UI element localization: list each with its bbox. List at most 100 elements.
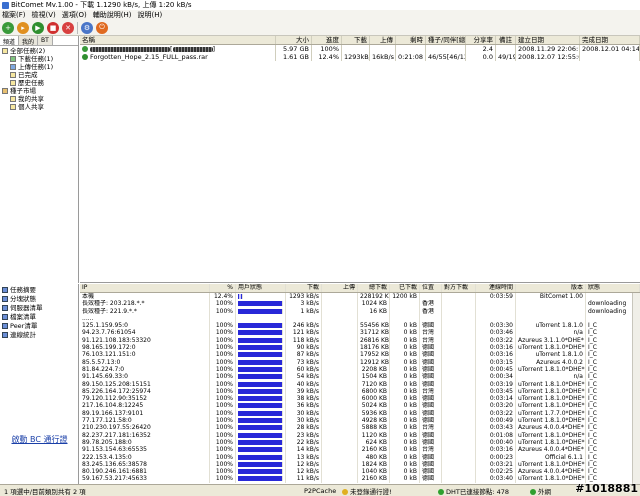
peer-client: Azureus 4.0.0.2 [516, 358, 586, 366]
tree-item-downloading[interactable]: 下載任務(1) [2, 55, 76, 63]
col-peer-upload[interactable]: 上傳 [322, 284, 358, 292]
col-seeds[interactable]: 種子/同伴[總] [426, 36, 466, 44]
tab-channel[interactable]: 頻道 [0, 36, 20, 46]
delete-icon[interactable]: ✕ [62, 21, 74, 34]
peer-list-scrollbar[interactable] [632, 293, 640, 484]
peer-row[interactable]: 59.167.53.217:45633 100% 11 kB/s 2160 KB 0 k… [80, 475, 640, 483]
peer-row[interactable]: ...... [80, 314, 640, 323]
col-peer-state[interactable]: 用戶狀態 [236, 284, 286, 292]
peer-progress-fill [238, 294, 244, 299]
col-created[interactable]: 建立日期 [516, 36, 580, 44]
col-name[interactable]: 名稱 [80, 36, 276, 44]
col-ratio[interactable]: 分享率 [466, 36, 496, 44]
start-icon[interactable]: ▶ [32, 21, 44, 34]
server-icon [2, 305, 8, 311]
col-ip[interactable]: IP [80, 284, 210, 292]
col-progress[interactable]: 進度 [312, 36, 342, 44]
peer-row[interactable]: 83.245.136.65:38578 100% 12 kB/s 1824 KB 0 k… [80, 460, 640, 469]
peer-row[interactable]: 91.145.69.33:0 100% 54 kB/s 1504 KB 0 kB 德國 0:… [80, 373, 640, 381]
col-remote-download[interactable]: 對方下載 [442, 284, 476, 292]
tab-bt[interactable]: BT [38, 36, 53, 45]
peer-row[interactable]: 91.153.154.63:65535 100% 14 kB/s 2160 KB 0 k… [80, 446, 640, 454]
peer-ip: 91.121.108.183:53320 [80, 336, 210, 345]
peer-row[interactable]: 98.165.199.172:0 100% 90 kB/s 18176 KB 0 kB 德… [80, 344, 640, 352]
tree-item-completed[interactable]: 已完成 [2, 71, 76, 79]
peer-row[interactable]: 222.153.4.135:0 100% 13 kB/s 480 KB 0 kB 德國 0:… [80, 453, 640, 461]
col-note[interactable]: 備註 [496, 36, 516, 44]
peer-percent: 100% [210, 322, 236, 330]
tree-item-history[interactable]: 歷史任務 [2, 79, 76, 87]
peer-row[interactable]: 79.120.112.90:35152 100% 38 kB/s 6000 KB 0 k… [80, 395, 640, 403]
peer-ip: 98.165.199.172:0 [80, 344, 210, 352]
peer-row[interactable]: 94.23.7.76:61054 100% 121 kB/s 31712 KB 0 kB… [80, 329, 640, 337]
peer-row[interactable]: 91.121.108.183:53320 100% 118 kB/s 26816 KB… [80, 336, 640, 345]
peer-row[interactable]: 85.5.57.13:0 100% 73 kB/s 12912 KB 0 kB 德國 0:0… [80, 358, 640, 366]
peer-row[interactable]: 89.19.166.137:9101 100% 30 kB/s 5936 KB 0 kB… [80, 409, 640, 418]
peer-icon [2, 323, 8, 329]
peer-progress-bar [236, 358, 286, 366]
stop-icon[interactable]: ■ [47, 21, 59, 34]
add-task-icon[interactable]: + [2, 21, 14, 34]
tab-summary[interactable]: 任務摘要 [2, 286, 76, 295]
peer-row[interactable]: 89.150.125.208:15151 100% 40 kB/s 7120 KB 0 … [80, 380, 640, 388]
peer-row[interactable]: 本機 12.4% 1293 kB/s 228192 KB 1200 kB 0:03:59 B… [80, 293, 640, 301]
peer-row[interactable]: 82.237.217.181:16352 100% 23 kB/s 1120 KB 0 … [80, 431, 640, 439]
peer-row[interactable]: 89.78.205.188:0 100% 22 kB/s 624 KB 0 kB 德國 0:… [80, 438, 640, 447]
col-percent[interactable]: % [210, 284, 236, 292]
tab-peers[interactable]: Peer清單 [2, 322, 76, 331]
tree-item-uploading[interactable]: 上傳任務(1) [2, 63, 76, 71]
tree-item-personal-share[interactable]: 個人共享 [2, 103, 76, 111]
tab-stats[interactable]: 連線統計 [2, 331, 76, 340]
peer-row[interactable]: 210.230.197.55:26420 100% 28 kB/s 5888 KB 0 … [80, 424, 640, 432]
col-downloaded[interactable]: 已下載 [390, 284, 420, 292]
bc-pass-link[interactable]: 啟動 BC 通行證 [0, 434, 79, 445]
col-upload[interactable]: 上傳 [370, 36, 396, 44]
menu-file[interactable]: 檔案(F) [2, 10, 26, 20]
col-connect-time[interactable]: 連線時間 [476, 284, 516, 292]
tab-mine[interactable]: 我的 [19, 36, 39, 46]
options-icon[interactable]: ⚙ [81, 21, 93, 34]
peer-row[interactable]: 長效種子: 221.9.*.* 100% 1 kB/s 16 KB 香港 download… [80, 307, 640, 315]
status-login[interactable]: 未登錄通行證! [338, 486, 434, 496]
col-download[interactable]: 下載 [342, 36, 370, 44]
task-list: 名稱 大小 進度 下載 上傳 剩時 種子/同伴[總] 分享率 備註 建立日期 完… [80, 36, 640, 283]
peer-row[interactable]: 77.177.121.58:0 100% 30 kB/s 4928 KB 0 kB 德國 0… [80, 417, 640, 425]
col-client[interactable]: 版本 [516, 284, 586, 292]
menu-view[interactable]: 檢視(V) [32, 10, 56, 20]
peer-progress-bar [236, 314, 286, 323]
col-size[interactable]: 大小 [276, 36, 312, 44]
peer-row[interactable]: 217.16.104.8:12245 100% 36 kB/s 5024 KB 0 kB… [80, 402, 640, 410]
col-time-left[interactable]: 剩時 [396, 36, 426, 44]
peer-percent: 100% [210, 438, 236, 447]
peer-row[interactable]: 81.84.224.7:0 100% 60 kB/s 2208 KB 0 kB 德國 0:0… [80, 365, 640, 374]
col-completed[interactable]: 完成日期 [580, 36, 640, 44]
task-row[interactable]: Forgotten_Hope_2.15_FULL_pass.rar 1.61 G… [80, 53, 640, 61]
peer-progress-fill [238, 410, 283, 416]
open-torrent-icon[interactable]: ▸ [17, 21, 29, 34]
peer-row[interactable]: 長效種子: 203.218.*.* 100% 3 kB/s 1024 KB 香港 down… [80, 300, 640, 308]
peer-row[interactable]: 80.190.246.161:6881 100% 12 kB/s 1040 KB 0 k… [80, 468, 640, 476]
peer-remote-download [442, 293, 476, 301]
peer-client [516, 300, 586, 308]
menu-help[interactable]: 說明(H) [137, 10, 162, 20]
exit-icon[interactable]: ⏻ [96, 21, 108, 34]
col-peer-download[interactable]: 下載 [286, 284, 322, 292]
col-status[interactable]: 狀態 [586, 284, 640, 292]
menu-options[interactable]: 選項(O) [62, 10, 87, 20]
peer-row[interactable]: 76.103.121.151:0 100% 87 kB/s 17952 KB 0 kB 德… [80, 351, 640, 359]
peer-row[interactable]: 85.226.164.172:25974 100% 39 kB/s 6800 KB 0 … [80, 387, 640, 396]
tab-files[interactable]: 檔案清單 [2, 313, 76, 322]
tree-item-market[interactable]: 種子市場 [2, 87, 76, 95]
peer-downloaded: 0 kB [390, 409, 420, 418]
task-row[interactable]: [] 5.97 GB 100% 2.4 2008.11.29 22:06:13 … [80, 45, 640, 53]
tree-item-my-share[interactable]: 我的共享 [2, 95, 76, 103]
menu-tools[interactable]: 輔助說明(H) [93, 10, 132, 20]
tab-trackers[interactable]: 伺服器清單 [2, 304, 76, 313]
peer-remote-download [442, 438, 476, 447]
col-location[interactable]: 位置 [420, 284, 442, 292]
peer-row[interactable]: 125.1.159.95:0 100% 246 kB/s 55456 KB 0 kB 德國… [80, 322, 640, 330]
tab-pieces[interactable]: 分塊狀態 [2, 295, 76, 304]
tree-item-all[interactable]: 全部任務(2) [2, 47, 76, 55]
peer-ip: 91.153.154.63:65535 [80, 446, 210, 454]
col-total-download[interactable]: 總下載 [358, 284, 390, 292]
